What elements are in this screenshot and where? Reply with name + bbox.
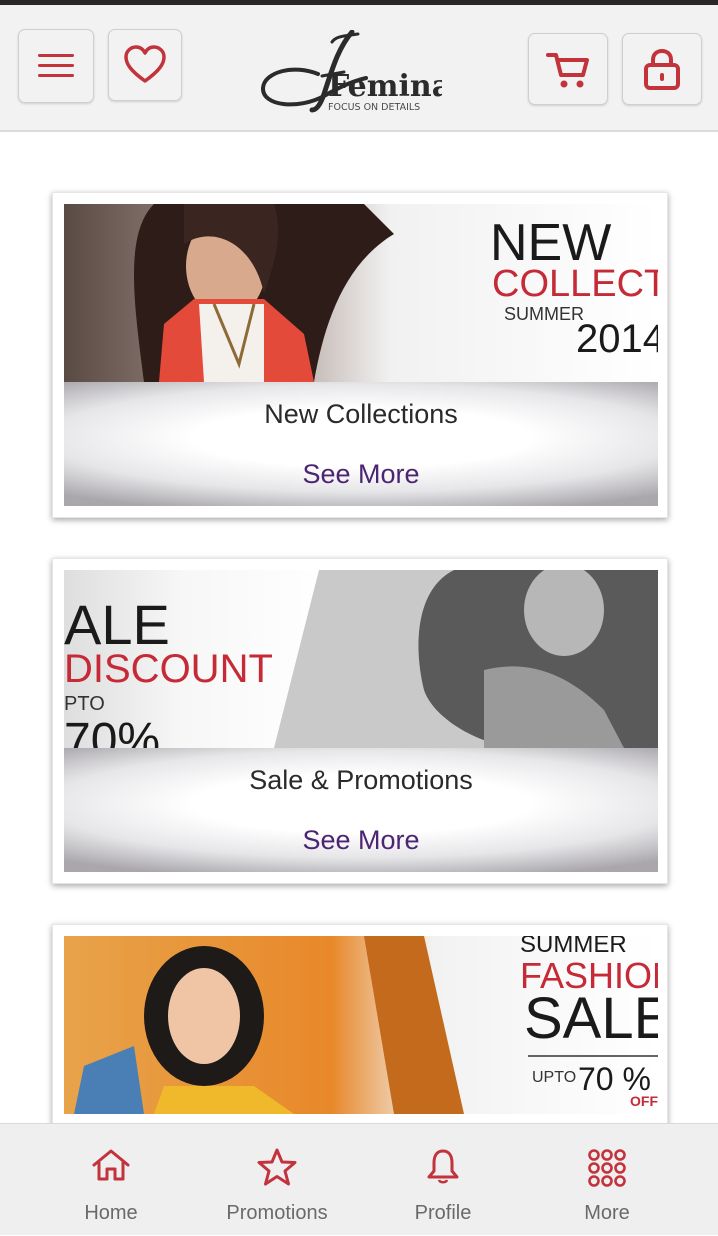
cart-button[interactable] bbox=[528, 33, 608, 105]
banner-text-off: OFF bbox=[630, 1093, 658, 1109]
card-caption: New Collections See More bbox=[64, 382, 658, 506]
logo-wordmark: Femina bbox=[328, 69, 442, 104]
grid-dots-icon bbox=[588, 1149, 626, 1187]
card-title: New Collections bbox=[264, 399, 458, 429]
see-more-link[interactable]: See More bbox=[64, 825, 658, 856]
banner-text-sale: SALE bbox=[524, 986, 658, 1051]
sale-discount-banner[interactable]: ALE DISCOUNT PTO 70% bbox=[64, 570, 658, 748]
home-icon bbox=[92, 1149, 130, 1181]
nav-home[interactable]: Home bbox=[31, 1124, 191, 1236]
nav-promotions[interactable]: Promotions bbox=[197, 1124, 357, 1236]
menu-button[interactable] bbox=[18, 29, 94, 103]
heart-icon bbox=[124, 45, 166, 83]
category-card-fashion-sale[interactable]: SUMMER FASHION SALE UPTO 70 % OFF bbox=[52, 924, 668, 1123]
category-card-new-collections[interactable]: NEW COLLECTION SUMMER 2014 New Collectio… bbox=[52, 192, 668, 518]
card-title: Sale & Promotions bbox=[249, 765, 473, 795]
nav-profile[interactable]: Profile bbox=[363, 1124, 523, 1236]
app-header: Femina FOCUS ON DETAILS bbox=[0, 5, 718, 132]
nav-label: Promotions bbox=[226, 1202, 328, 1224]
banner-text-upto: UPTO bbox=[532, 1069, 576, 1086]
banner-text-summer: SUMMER bbox=[504, 304, 584, 324]
logo-tagline: FOCUS ON DETAILS bbox=[328, 102, 420, 113]
new-collection-banner[interactable]: NEW COLLECTION SUMMER 2014 bbox=[64, 204, 658, 382]
banner-text-percent: 70% bbox=[64, 714, 160, 748]
lock-icon bbox=[644, 48, 680, 90]
category-card-sale-promotions[interactable]: ALE DISCOUNT PTO 70% Sale & Promotions S… bbox=[52, 558, 668, 884]
femina-logo: Femina FOCUS ON DETAILS bbox=[258, 29, 451, 116]
banner-text-year: 2014 bbox=[576, 317, 658, 361]
bell-icon bbox=[427, 1149, 459, 1184]
nav-label: More bbox=[584, 1202, 630, 1224]
banner-text-collection: COLLECTION bbox=[492, 263, 658, 305]
card-caption: Sale & Promotions See More bbox=[64, 748, 658, 872]
fashion-sale-banner[interactable]: SUMMER FASHION SALE UPTO 70 % OFF bbox=[64, 936, 658, 1114]
nav-more[interactable]: More bbox=[527, 1124, 687, 1236]
wishlist-button[interactable] bbox=[108, 29, 182, 101]
star-icon bbox=[257, 1148, 297, 1186]
banner-text-percent: 70 % bbox=[578, 1061, 651, 1097]
see-more-link[interactable]: See More bbox=[64, 459, 658, 490]
hamburger-icon bbox=[38, 54, 74, 77]
nav-label: Home bbox=[84, 1202, 138, 1224]
banner-text-discount: DISCOUNT bbox=[64, 647, 273, 691]
account-button[interactable] bbox=[622, 33, 702, 105]
bottom-navigation: Home Promotions Profile More bbox=[0, 1123, 718, 1235]
nav-label: Profile bbox=[414, 1202, 472, 1224]
category-list: NEW COLLECTION SUMMER 2014 New Collectio… bbox=[0, 134, 718, 1123]
cart-icon bbox=[546, 53, 589, 88]
banner-text-upto: PTO bbox=[64, 693, 105, 715]
